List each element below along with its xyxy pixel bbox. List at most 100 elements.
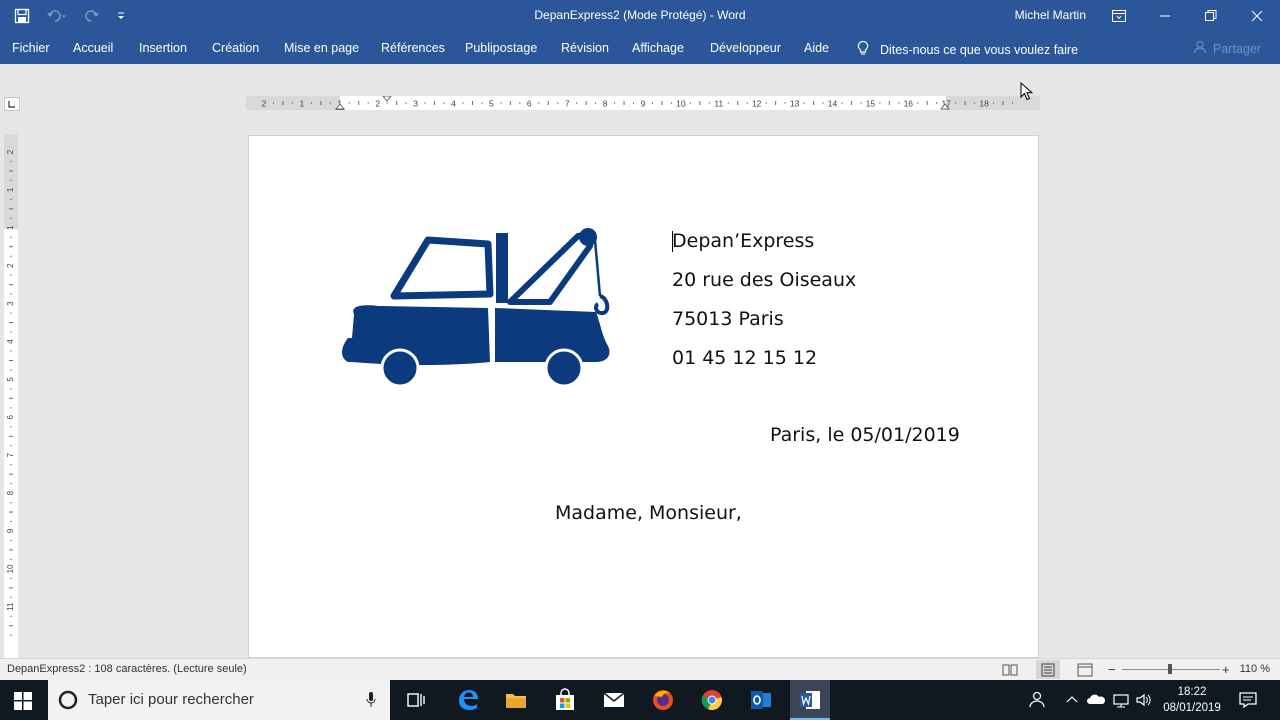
ruler-left-margin <box>246 96 340 110</box>
tab-references[interactable]: Références <box>381 41 445 55</box>
show-hidden-icons-icon[interactable] <box>1064 688 1088 712</box>
ruler-label: 18 <box>979 99 989 109</box>
outlook-icon[interactable] <box>749 688 773 712</box>
ruler-label: 14 <box>828 99 838 109</box>
vertical-ruler[interactable]: 2 1 1 2 3 4 5 6 7 8 9 10 11 <box>4 134 18 658</box>
document-info: DepanExpress2 : 108 caractères. (Lecture… <box>7 663 247 675</box>
ruler-label: 9 <box>6 528 15 533</box>
sender-phone[interactable]: 01 45 12 15 12 <box>672 347 817 369</box>
ruler-label: 5 <box>6 377 15 382</box>
ruler-top-margin <box>4 134 18 229</box>
ruler-label: 8 <box>603 99 608 109</box>
tell-me-text: Dites-nous ce que vous voulez faire <box>880 42 1079 57</box>
salutation[interactable]: Madame, Monsieur, <box>555 502 742 524</box>
word-icon <box>800 691 820 709</box>
ruler-label: 9 <box>641 99 646 109</box>
sender-company[interactable]: Depan’Express <box>672 230 814 252</box>
restore-button[interactable] <box>1188 0 1234 32</box>
tab-revision[interactable]: Révision <box>561 41 609 55</box>
ruler-label: 10 <box>6 564 15 573</box>
ruler-label: 3 <box>413 99 418 109</box>
tab-affichage[interactable]: Affichage <box>632 41 684 55</box>
ribbon-tabs: Fichier Accueil Insertion Création Mise … <box>0 32 1280 64</box>
ruler-label: 15 <box>866 99 876 109</box>
system-clock[interactable]: 18:22 08/01/2019 <box>1160 684 1224 716</box>
ruler-label: 16 <box>904 99 914 109</box>
windows-taskbar: Taper ici pour rechercher 18:22 08/01/20… <box>0 680 1280 720</box>
mouse-pointer-icon <box>1020 82 1034 101</box>
tab-publipostage[interactable]: Publipostage <box>465 41 537 55</box>
tell-me-box[interactable]: Dites-nous ce que vous voulez faire <box>856 40 1078 59</box>
ruler-label: 12 <box>752 99 762 109</box>
tab-fichier[interactable]: Fichier <box>12 41 50 55</box>
close-button[interactable] <box>1234 0 1280 32</box>
ruler-label: 8 <box>6 490 15 495</box>
window-title: DepanExpress2 (Mode Protégé) - Word <box>534 8 746 22</box>
web-layout-icon[interactable] <box>1077 663 1093 680</box>
taskbar-search-box[interactable]: Taper ici pour rechercher <box>48 680 390 720</box>
zoom-level[interactable]: 110 % <box>1240 663 1270 675</box>
task-view-icon[interactable] <box>404 688 428 712</box>
user-name[interactable]: Michel Martin <box>1015 8 1086 22</box>
title-bar: DepanExpress2 (Mode Protégé) - Word Mich… <box>0 0 1280 32</box>
ruler-label: 1 <box>6 225 15 230</box>
ruler-label: 4 <box>6 339 15 344</box>
tab-insertion[interactable]: Insertion <box>139 41 187 55</box>
ruler-label: 11 <box>714 99 723 109</box>
ruler-label: 4 <box>451 99 456 109</box>
word-taskbar-button[interactable] <box>790 680 830 720</box>
horizontal-ruler[interactable]: 21123456789101112131415161718 <box>246 96 1040 110</box>
ruler-label: 1 <box>6 187 15 192</box>
tab-accueil[interactable]: Accueil <box>73 41 113 55</box>
volume-icon[interactable] <box>1134 688 1158 712</box>
chrome-icon[interactable] <box>700 688 724 712</box>
store-icon[interactable] <box>553 688 577 712</box>
ruler-label: 6 <box>6 415 15 420</box>
share-label: Partager <box>1213 41 1261 56</box>
ruler-label: 2 <box>262 99 267 109</box>
ribbon-display-options-button[interactable] <box>1096 0 1142 32</box>
people-icon[interactable] <box>1026 688 1050 712</box>
ruler-label: 7 <box>6 452 15 457</box>
ruler-label: 1 <box>300 99 305 109</box>
windows-start-icon[interactable] <box>14 692 32 715</box>
minimize-button[interactable] <box>1142 0 1188 32</box>
zoom-slider-thumb[interactable] <box>1168 664 1172 674</box>
lightbulb-icon <box>856 40 870 59</box>
date-line[interactable]: Paris, le 05/01/2019 <box>770 424 960 446</box>
sender-city[interactable]: 75013 Paris <box>672 308 784 330</box>
read-mode-icon[interactable] <box>1002 663 1018 680</box>
ruler-label: 2 <box>375 99 380 109</box>
tab-mise-en-page[interactable]: Mise en page <box>284 41 359 55</box>
edge-icon[interactable] <box>456 688 480 712</box>
status-bar: DepanExpress2 : 108 caractères. (Lecture… <box>0 658 1280 680</box>
clock-date: 08/01/2019 <box>1163 702 1221 714</box>
microphone-icon[interactable] <box>366 692 376 712</box>
tow-truck-logo <box>342 228 610 388</box>
firefox-icon[interactable] <box>651 688 675 712</box>
tab-creation[interactable]: Création <box>212 41 259 55</box>
network-icon[interactable] <box>1111 688 1135 712</box>
ruler-label: 13 <box>790 99 800 109</box>
onedrive-icon[interactable] <box>1086 688 1110 712</box>
action-center-icon[interactable] <box>1236 688 1260 712</box>
share-button[interactable]: Partager <box>1193 40 1261 57</box>
document-page[interactable] <box>248 135 1039 658</box>
zoom-in-icon[interactable]: + <box>1222 662 1230 677</box>
ruler-label: 5 <box>489 99 494 109</box>
print-layout-icon[interactable] <box>1036 660 1060 679</box>
mail-icon[interactable] <box>602 688 626 712</box>
tab-developpeur[interactable]: Développeur <box>710 41 781 55</box>
zoom-out-icon[interactable]: − <box>1108 662 1116 677</box>
search-placeholder: Taper ici pour rechercher <box>88 691 254 708</box>
ruler-label: 2 <box>6 263 15 268</box>
ruler-label: 10 <box>676 99 686 109</box>
file-explorer-icon[interactable] <box>504 688 528 712</box>
cortana-icon <box>58 690 78 714</box>
ruler-label: 3 <box>6 301 15 306</box>
tab-aide[interactable]: Aide <box>804 41 829 55</box>
sender-street[interactable]: 20 rue des Oiseaux <box>672 269 856 291</box>
clock-time: 18:22 <box>1177 686 1207 698</box>
tab-selector[interactable] <box>4 97 20 111</box>
ruler-label: 7 <box>565 99 570 109</box>
